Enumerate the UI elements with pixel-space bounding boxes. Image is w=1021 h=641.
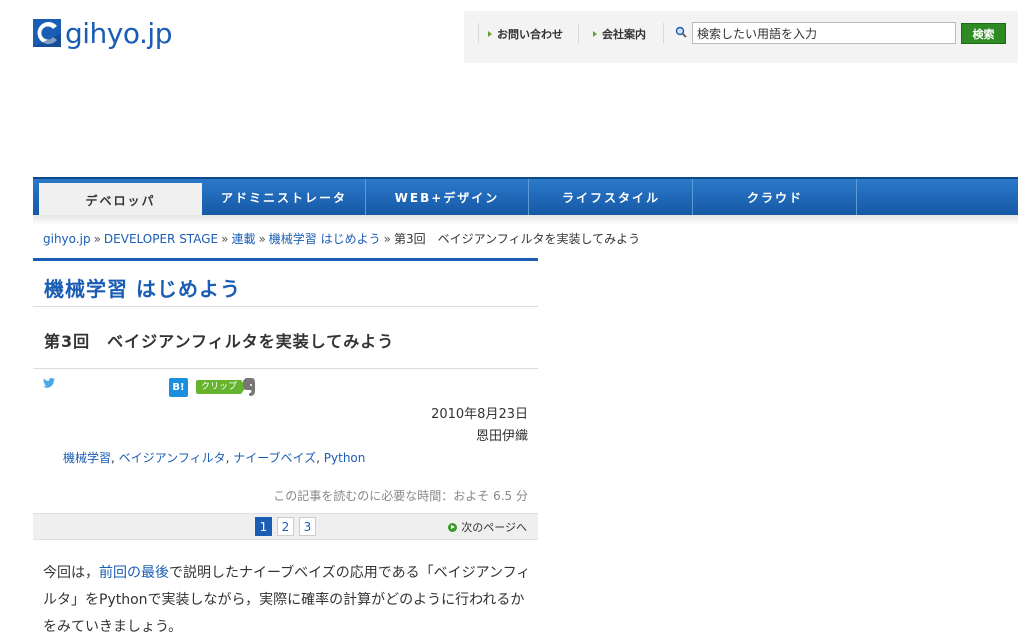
- next-page-label: 次のページへ: [461, 521, 527, 534]
- tab-developer[interactable]: デベロッパ: [39, 183, 202, 217]
- search-icon: [675, 26, 687, 38]
- page-3[interactable]: 3: [299, 517, 316, 536]
- breadcrumb-separator: »: [383, 232, 391, 246]
- breadcrumb-bar: [33, 215, 1018, 225]
- article-body: 今回は，前回の最後で説明したナイーブベイズの応用である「ベイジアンフィルタ」をP…: [43, 560, 531, 641]
- breadcrumb-separator: »: [221, 232, 229, 246]
- contact-label: お問い合わせ: [497, 28, 563, 41]
- clip-button[interactable]: クリップ: [196, 380, 246, 394]
- tag-list: 機械学習, ベイジアンフィルタ, ナイーブベイズ, Python: [63, 451, 366, 465]
- tag-link[interactable]: ベイジアンフィルタ: [119, 451, 226, 465]
- tag-link[interactable]: ナイーブベイズ: [233, 451, 316, 465]
- tab-cloud[interactable]: クラウド: [694, 179, 857, 215]
- arrow-right-circle-icon: [448, 522, 458, 532]
- tab-administrator[interactable]: アドミニストレータ: [203, 179, 366, 215]
- util-divider: [478, 23, 479, 43]
- breadcrumb-home[interactable]: gihyo.jp: [43, 232, 91, 246]
- hatena-bookmark-icon[interactable]: B!: [169, 378, 188, 397]
- breadcrumb-separator: »: [258, 232, 266, 246]
- next-page-link[interactable]: 次のページへ: [448, 519, 527, 535]
- breadcrumb: gihyo.jp» DEVELOPER STAGE» 連載» 機械学習 はじめよう» 第…: [43, 230, 640, 247]
- search-input[interactable]: [692, 22, 956, 44]
- breadcrumb-machine-learning[interactable]: 機械学習 はじめよう: [269, 232, 381, 246]
- page-1: 1: [255, 517, 272, 536]
- article-title: 第3回 ベイジアンフィルタを実装してみよう: [44, 332, 395, 351]
- tab-web-design[interactable]: WEB+デザイン: [366, 179, 529, 215]
- breadcrumb-current: 第3回 ベイジアンフィルタを実装してみよう: [393, 232, 641, 246]
- breadcrumb-developer-stage[interactable]: DEVELOPER STAGE: [104, 232, 218, 246]
- tag-link[interactable]: Python: [324, 451, 366, 465]
- publish-date: 2010年8月23日: [431, 407, 528, 422]
- logo-mark-icon: [33, 19, 61, 47]
- logo-text: gihyo.jp: [65, 16, 172, 50]
- company-label: 会社案内: [602, 28, 646, 41]
- contact-link[interactable]: お問い合わせ: [488, 26, 563, 42]
- series-title[interactable]: 機械学習 はじめよう: [44, 273, 241, 302]
- arrow-right-icon: [593, 31, 597, 37]
- company-link[interactable]: 会社案内: [593, 26, 646, 42]
- arrow-right-icon: [488, 31, 492, 37]
- page-2[interactable]: 2: [277, 517, 294, 536]
- body-text-start: 今回は，: [43, 565, 99, 581]
- twitter-icon[interactable]: [43, 378, 55, 388]
- tag-link[interactable]: 機械学習: [63, 451, 111, 465]
- series-title-box: 機械学習 はじめよう: [33, 258, 538, 307]
- read-time: この記事を読むのに必要な時間：およそ 6.5 分: [273, 489, 528, 503]
- pagination: 1 2 3 次のページへ: [33, 513, 538, 540]
- util-divider: [578, 23, 579, 43]
- tab-lifestyle[interactable]: ライフスタイル: [530, 179, 693, 215]
- util-divider: [663, 23, 664, 43]
- article-title-box: 第3回 ベイジアンフィルタを実装してみよう: [33, 307, 538, 369]
- author-name: 恩田伊織: [475, 429, 528, 444]
- evernote-icon[interactable]: [240, 378, 256, 396]
- breadcrumb-separator: »: [93, 232, 101, 246]
- search-button[interactable]: 検索: [961, 23, 1006, 44]
- utility-bar: お問い合わせ 会社案内 検索: [464, 11, 1018, 63]
- previous-article-link[interactable]: 前回の最後: [99, 565, 169, 581]
- site-logo[interactable]: gihyo.jp: [33, 16, 172, 50]
- breadcrumb-series[interactable]: 連載: [231, 232, 255, 246]
- main-nav: デベロッパ アドミニストレータ WEB+デザイン ライフスタイル クラウド: [33, 177, 1018, 217]
